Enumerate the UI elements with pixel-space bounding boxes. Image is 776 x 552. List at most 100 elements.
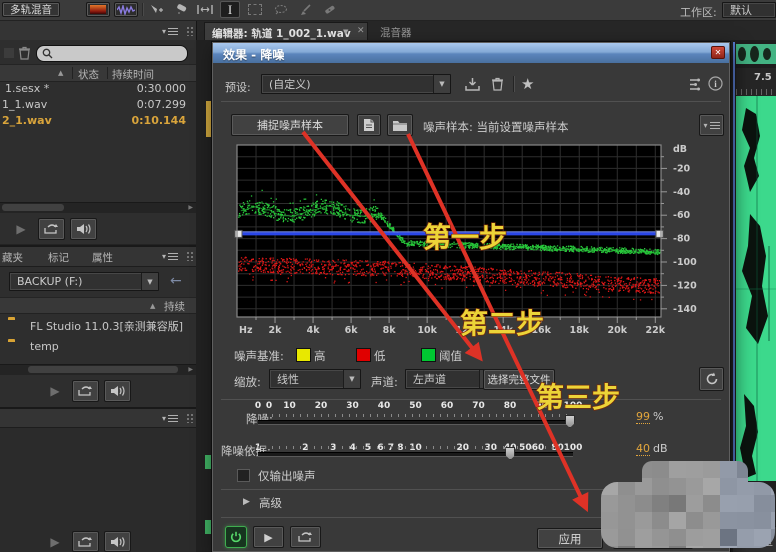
delete-preset-button[interactable] bbox=[487, 74, 507, 94]
preview-routing-button[interactable] bbox=[685, 76, 703, 92]
reset-button[interactable] bbox=[699, 367, 724, 391]
trash-icon[interactable] bbox=[18, 46, 31, 60]
effect-power-button[interactable] bbox=[225, 526, 247, 548]
save-noise-print-button[interactable] bbox=[357, 114, 381, 136]
favorite-star-icon[interactable]: ★ bbox=[521, 75, 534, 93]
output-noise-only-checkbox[interactable] bbox=[237, 469, 250, 482]
folder-row[interactable]: temp bbox=[0, 338, 196, 357]
spectral-view-button[interactable] bbox=[86, 2, 110, 17]
scale-dropdown[interactable]: 线性 ▼ bbox=[269, 369, 361, 389]
noise-reduction-slider-handle[interactable] bbox=[565, 415, 575, 428]
noise-reduction-value[interactable]: 99 bbox=[636, 410, 650, 424]
bottom-loop-button[interactable] bbox=[72, 531, 99, 552]
preset-dropdown[interactable]: (自定义) ▼ bbox=[261, 74, 451, 94]
noise-reduction-slider[interactable] bbox=[258, 420, 573, 425]
file-row[interactable]: 1_1.wav 0:07.299 bbox=[0, 98, 196, 113]
channel-label: 声道: bbox=[371, 374, 398, 390]
apply-button[interactable]: 应用 bbox=[537, 528, 603, 549]
browser-loop-button[interactable] bbox=[72, 380, 99, 402]
bottom-play-button[interactable]: ▶ bbox=[44, 532, 66, 552]
file-row[interactable]: 1.sesx * 0:30.000 bbox=[0, 82, 196, 97]
browser-autoplay-button[interactable] bbox=[104, 380, 131, 402]
column-duration[interactable]: 持续时间 bbox=[112, 67, 154, 82]
column-status[interactable]: 状态 bbox=[78, 67, 99, 82]
razor-tool-button[interactable] bbox=[172, 2, 190, 17]
drive-dropdown[interactable]: BACKUP (F:) ▼ bbox=[9, 272, 159, 291]
panel-grip[interactable] bbox=[186, 413, 194, 423]
tab-editor-dropdown-icon[interactable]: ▼ bbox=[343, 28, 348, 36]
scroll-right-arrow[interactable]: ▶ bbox=[188, 366, 193, 373]
panel-grip[interactable] bbox=[186, 26, 194, 36]
spectral-icon bbox=[90, 5, 106, 14]
slip-tool-button[interactable] bbox=[196, 2, 214, 17]
spot-healing-tool-button[interactable] bbox=[320, 2, 338, 17]
tab-editor-close-icon[interactable]: ✕ bbox=[357, 26, 365, 36]
preview-play-button[interactable]: ▶ bbox=[253, 526, 284, 548]
tab-mixer[interactable]: 混音器 bbox=[372, 22, 428, 40]
info-button[interactable]: i bbox=[707, 75, 724, 92]
folder-row[interactable]: FL Studio 11.0.3[亲测兼容版] bbox=[0, 316, 196, 335]
files-play-button[interactable]: ▶ bbox=[10, 219, 32, 239]
timeline-ruler[interactable]: 7.5 bbox=[736, 68, 776, 96]
search-icon bbox=[42, 48, 53, 59]
tab-editor[interactable]: 编辑器: 轨道 1_002_1.wav ▼ ✕ bbox=[204, 22, 368, 40]
column-divider bbox=[107, 67, 108, 79]
x-axis-tick-label: Hz bbox=[239, 325, 253, 336]
browser-hscrollbar[interactable]: ▶ bbox=[0, 364, 196, 375]
bottom-panel-menu-button[interactable]: ▾ bbox=[162, 414, 178, 423]
waveform-display[interactable] bbox=[736, 96, 776, 481]
select-entire-file-button[interactable]: 选择完整文件 bbox=[483, 369, 555, 390]
tab-properties[interactable]: 属性 bbox=[92, 250, 113, 265]
browser-panel-menu-button[interactable]: ▾ bbox=[162, 252, 178, 261]
overview-blob bbox=[750, 46, 759, 62]
paintbrush-tool-button[interactable] bbox=[296, 2, 314, 17]
x-axis-tick-label: 8k bbox=[383, 325, 397, 336]
legend-high-swatch bbox=[296, 348, 311, 362]
files-loop-button[interactable] bbox=[38, 218, 65, 240]
workspace-dropdown[interactable]: 默认 bbox=[722, 2, 776, 18]
scrollbar-thumb[interactable] bbox=[28, 366, 178, 373]
reduce-by-value[interactable]: 40 bbox=[636, 442, 650, 456]
panel-grip[interactable] bbox=[186, 251, 194, 261]
lasso-tool-button[interactable] bbox=[272, 2, 290, 17]
browser-column-header[interactable]: ▲ 持续 bbox=[0, 297, 196, 314]
slider-tick-label: 20 bbox=[315, 401, 328, 411]
files-hscrollbar[interactable]: ▶ bbox=[0, 202, 196, 213]
waveform-overview-strip[interactable] bbox=[736, 44, 776, 64]
bottom-autoplay-button[interactable] bbox=[104, 531, 131, 552]
load-noise-print-button[interactable] bbox=[387, 114, 413, 136]
marquee-tool-button[interactable] bbox=[246, 2, 264, 17]
tab-markers[interactable]: 标记 bbox=[48, 250, 69, 265]
browser-back-button[interactable]: ← bbox=[170, 273, 182, 289]
advanced-expand-icon[interactable]: ▶ bbox=[243, 497, 250, 507]
file-name: 1_1.wav bbox=[2, 98, 47, 111]
move-tool-button[interactable] bbox=[148, 2, 166, 17]
dialog-close-button[interactable]: ✕ bbox=[711, 46, 725, 59]
files-column-header[interactable]: ▲ 状态 持续时间 bbox=[0, 64, 196, 82]
time-selection-tool-button[interactable]: I bbox=[220, 1, 240, 18]
waveform-view-button[interactable] bbox=[114, 2, 138, 17]
reduce-by-slider[interactable] bbox=[258, 452, 573, 457]
preview-loop-button[interactable] bbox=[290, 526, 321, 548]
noise-sample-menu-button[interactable]: ▾ bbox=[699, 114, 724, 136]
files-panel-menu-button[interactable]: ▾ bbox=[162, 27, 178, 36]
loop-export-icon bbox=[78, 385, 93, 397]
noise-floor-plot[interactable]: Hz2k4k6k8k10k12k14k16k18k20k22kdB-20-40-… bbox=[233, 143, 713, 339]
browser-play-button[interactable]: ▶ bbox=[44, 381, 66, 401]
files-autoplay-button[interactable] bbox=[70, 218, 97, 240]
advanced-label[interactable]: 高级 bbox=[259, 495, 282, 511]
scroll-right-arrow[interactable]: ▶ bbox=[188, 204, 193, 211]
dialog-titlebar[interactable]: 效果 - 降噪 ✕ bbox=[213, 43, 729, 63]
folder-name: temp bbox=[30, 340, 59, 353]
tab-favorites[interactable]: 藏夹 bbox=[2, 250, 23, 265]
noise-sample-status: 噪声样本: 当前设置噪声样本 bbox=[423, 119, 569, 135]
files-search-input[interactable] bbox=[36, 45, 188, 62]
reduce-by-slider-handle[interactable] bbox=[505, 447, 515, 460]
multitrack-view-button[interactable]: 多轨混音 bbox=[2, 2, 60, 17]
column-duration[interactable]: 持续 bbox=[164, 299, 185, 314]
capture-noise-sample-button[interactable]: 捕捉噪声样本 bbox=[231, 114, 349, 136]
file-row-selected[interactable]: 2_1.wav 0:10.144 bbox=[0, 114, 196, 129]
slider-tick-label: 40 bbox=[378, 401, 391, 411]
scrollbar-thumb[interactable] bbox=[2, 204, 64, 211]
save-preset-button[interactable] bbox=[461, 74, 483, 94]
